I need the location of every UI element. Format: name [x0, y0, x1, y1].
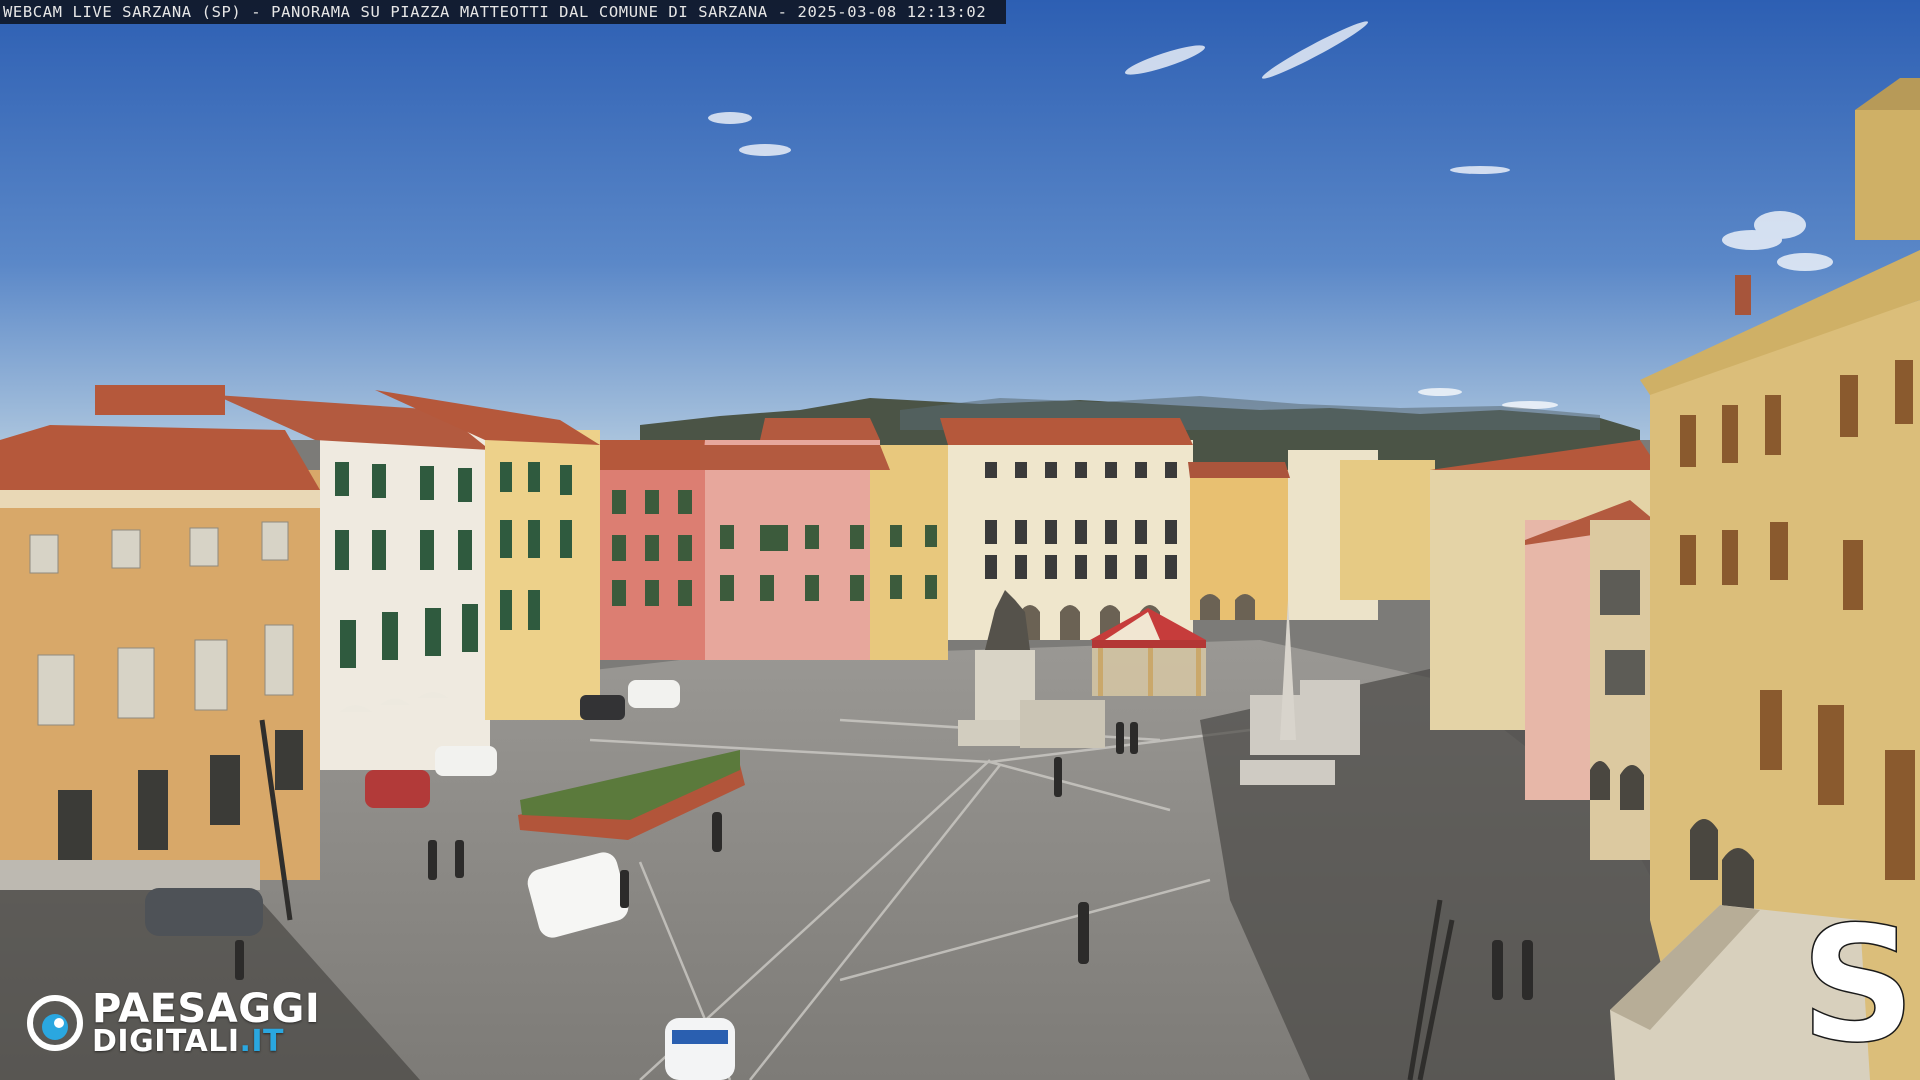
- eye-icon: [27, 995, 83, 1051]
- logo-text-line2: DIGITALI.IT: [92, 1024, 284, 1059]
- logo-text-suffix: .IT: [239, 1024, 285, 1059]
- sky: [0, 0, 1920, 440]
- s-watermark-letter: S: [1808, 902, 1908, 1062]
- webcam-scene: [0, 0, 1920, 1080]
- s-watermark-logo: S: [1808, 902, 1908, 1062]
- paesaggi-digitali-logo[interactable]: PAESAGGI DIGITALI.IT: [26, 986, 346, 1060]
- webcam-caption: WEBCAM LIVE SARZANA (SP) - PANORAMA SU P…: [0, 0, 1007, 24]
- logo-text-main: DIGITALI: [92, 1024, 240, 1059]
